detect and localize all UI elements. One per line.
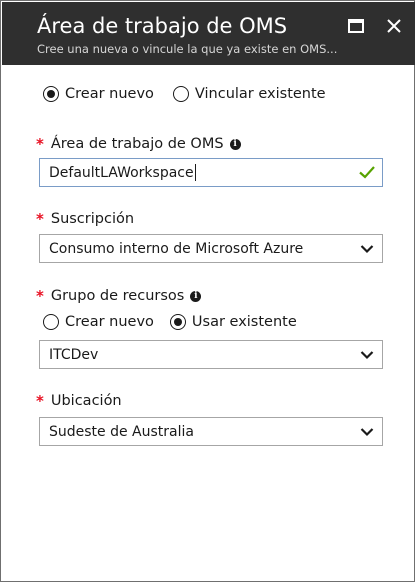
required-asterisk: * xyxy=(36,392,44,410)
required-asterisk: * xyxy=(36,287,44,305)
mode-radio-group: Crear nuevo Vincular existente xyxy=(43,86,326,102)
resource-group-label-row: * Grupo de recursos i xyxy=(36,287,202,305)
location-label: Ubicación xyxy=(50,393,122,409)
close-icon xyxy=(387,19,401,33)
chevron-down-icon xyxy=(360,351,374,360)
workspace-name-value: DefaultLAWorkspace xyxy=(49,164,194,181)
subscription-label: Suscripción xyxy=(50,211,135,227)
radio-label: Vincular existente xyxy=(194,86,326,102)
resource-group-dropdown[interactable]: ITCDev xyxy=(39,340,383,369)
radio-rg-usar-existente[interactable]: Usar existente xyxy=(169,314,297,330)
maximize-icon xyxy=(348,19,364,33)
location-label-row: * Ubicación xyxy=(36,392,122,410)
close-button[interactable] xyxy=(381,14,407,38)
resource-group-label: Grupo de recursos xyxy=(50,288,185,304)
radio-crear-nuevo[interactable]: Crear nuevo xyxy=(43,86,154,102)
chevron-down-icon xyxy=(360,428,374,437)
location-dropdown[interactable]: Sudeste de Australia xyxy=(39,417,383,446)
chevron-down-icon xyxy=(360,245,374,254)
radio-vincular-existente[interactable]: Vincular existente xyxy=(172,86,326,102)
radio-label: Crear nuevo xyxy=(65,314,154,330)
blade-title: Área de trabajo de OMS xyxy=(37,14,288,38)
radio-rg-crear-nuevo[interactable]: Crear nuevo xyxy=(43,314,154,330)
location-value: Sudeste de Australia xyxy=(49,423,194,440)
resource-group-value: ITCDev xyxy=(49,346,99,363)
radio-unselected-indicator xyxy=(172,86,189,102)
workspace-label: Área de trabajo de OMS xyxy=(50,136,224,152)
maximize-button[interactable] xyxy=(343,14,369,38)
radio-label: Crear nuevo xyxy=(65,86,154,102)
subscription-label-row: * Suscripción xyxy=(36,210,134,228)
subscription-value: Consumo interno de Microsoft Azure xyxy=(49,240,304,257)
subscription-dropdown[interactable]: Consumo interno de Microsoft Azure xyxy=(39,234,383,263)
radio-selected-indicator xyxy=(169,314,186,330)
required-asterisk: * xyxy=(36,210,44,228)
required-asterisk: * xyxy=(36,135,44,153)
radio-label: Usar existente xyxy=(191,314,297,330)
workspace-name-input[interactable]: DefaultLAWorkspace xyxy=(39,158,383,187)
info-icon[interactable]: i xyxy=(190,290,202,302)
blade-subtitle: Cree una nueva o vincule la que ya exist… xyxy=(37,42,338,56)
blade: Área de trabajo de OMS Cree una nueva o … xyxy=(0,0,415,582)
blade-header: Área de trabajo de OMS Cree una nueva o … xyxy=(2,2,415,65)
checkmark-icon xyxy=(359,166,375,179)
info-icon[interactable]: i xyxy=(229,138,241,150)
text-caret xyxy=(194,164,196,181)
resource-group-radio-group: Crear nuevo Usar existente xyxy=(43,314,297,330)
radio-unselected-indicator xyxy=(43,314,59,330)
workspace-label-row: * Área de trabajo de OMS i xyxy=(36,135,241,153)
radio-selected-indicator xyxy=(43,86,59,102)
